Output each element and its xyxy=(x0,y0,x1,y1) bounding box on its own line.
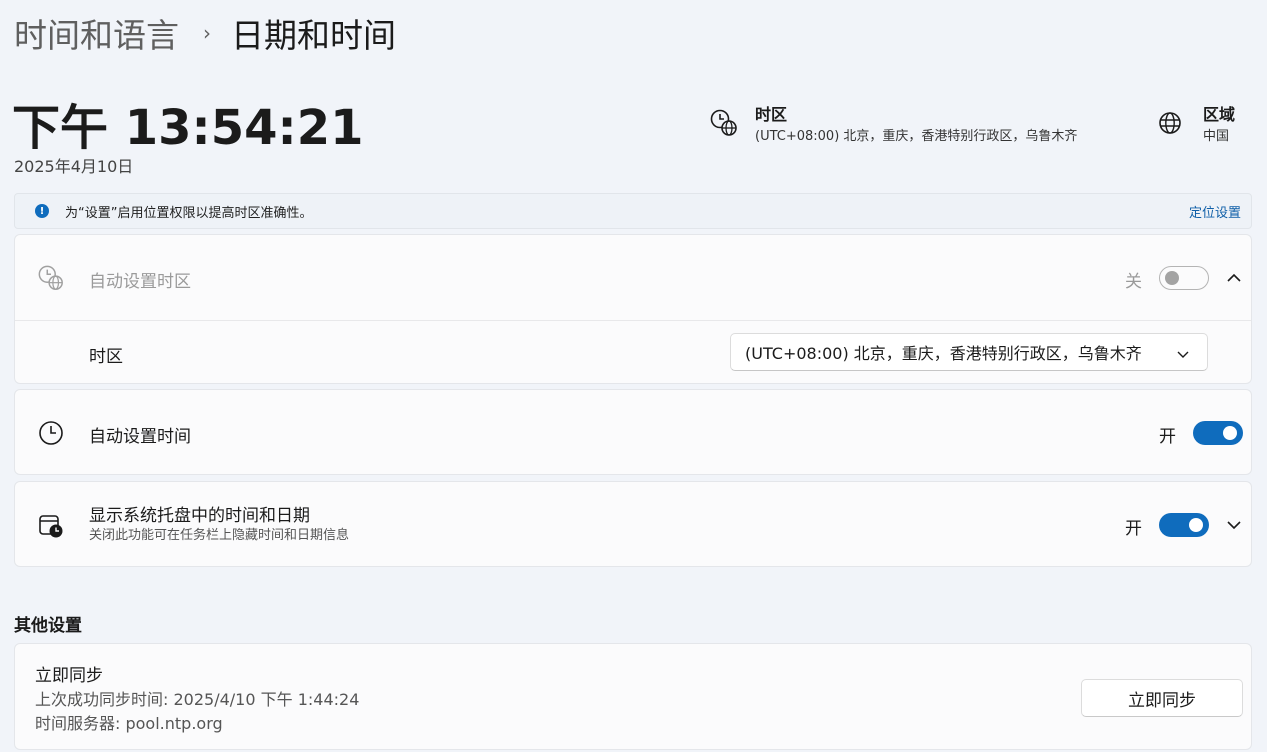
breadcrumb-parent-time-language[interactable]: 时间和语言 xyxy=(14,9,179,57)
breadcrumb: 时间和语言 › 日期和时间 xyxy=(14,10,396,56)
time-server: 时间服务器: pool.ntp.org xyxy=(35,714,223,733)
tray-time-toggle[interactable] xyxy=(1159,513,1209,537)
auto-timezone-state: 关 xyxy=(1125,272,1142,292)
timezone-dropdown-value: (UTC+08:00) 北京，重庆，香港特别行政区，乌鲁木齐 xyxy=(745,344,1142,363)
region-info-value: 中国 xyxy=(1203,129,1230,144)
timezone-select-row: 时区 (UTC+08:00) 北京，重庆，香港特别行政区，乌鲁木齐 xyxy=(15,321,1251,384)
date-time-settings-page: 时间和语言 › 日期和时间 下午 13:54:21 2025年4月10日 时区 … xyxy=(0,0,1267,752)
breadcrumb-separator-icon: › xyxy=(203,21,211,45)
notice-text: 为“设置”启用位置权限以提高时区准确性。 xyxy=(65,205,313,221)
last-sync-time: 上次成功同步时间: 2025/4/10 下午 1:44:24 xyxy=(35,690,360,709)
clock-globe-icon xyxy=(38,265,63,290)
globe-icon xyxy=(1159,112,1181,134)
tray-time-description: 关闭此功能可在任务栏上隐藏时间和日期信息 xyxy=(89,528,350,543)
auto-timezone-row[interactable]: 自动设置时区 关 xyxy=(15,235,1251,321)
region-info-title: 区域 xyxy=(1203,105,1236,124)
auto-time-card: 自动设置时间 开 xyxy=(14,389,1252,475)
auto-timezone-card: 自动设置时区 关 时区 (UTC+08:00) 北京，重庆，香港特别行政区，乌鲁… xyxy=(14,234,1252,384)
chevron-down-icon xyxy=(1177,351,1189,358)
calendar-clock-icon xyxy=(39,515,63,538)
tray-time-state: 开 xyxy=(1125,519,1142,539)
sync-now-card: 立即同步 上次成功同步时间: 2025/4/10 下午 1:44:24 时间服务… xyxy=(14,643,1252,750)
auto-timezone-label: 自动设置时区 xyxy=(89,272,191,292)
chevron-down-icon[interactable] xyxy=(1226,517,1242,533)
tray-time-card: 显示系统托盘中的时间和日期 关闭此功能可在任务栏上隐藏时间和日期信息 开 xyxy=(14,481,1252,567)
auto-timezone-toggle[interactable] xyxy=(1159,266,1209,290)
location-permission-notice: ! 为“设置”启用位置权限以提高时区准确性。 定位设置 xyxy=(14,193,1252,229)
sync-info: 立即同步 上次成功同步时间: 2025/4/10 下午 1:44:24 时间服务… xyxy=(35,664,359,736)
auto-time-label: 自动设置时间 xyxy=(89,427,191,447)
region-info: 区域 中国 xyxy=(1157,104,1235,148)
chevron-up-icon[interactable] xyxy=(1226,270,1242,286)
auto-time-row[interactable]: 自动设置时间 开 xyxy=(15,390,1251,476)
other-settings-heading: 其他设置 xyxy=(14,616,82,636)
auto-time-toggle[interactable] xyxy=(1193,421,1243,445)
page-title: 日期和时间 xyxy=(231,16,396,55)
tray-time-label: 显示系统托盘中的时间和日期 xyxy=(89,506,310,526)
timezone-info: 时区 (UTC+08:00) 北京，重庆，香港特别行政区，乌鲁木齐 xyxy=(709,104,1077,148)
clock-icon xyxy=(39,421,63,445)
timezone-info-value: (UTC+08:00) 北京，重庆，香港特别行政区，乌鲁木齐 xyxy=(755,129,1078,144)
tray-time-text: 显示系统托盘中的时间和日期 关闭此功能可在任务栏上隐藏时间和日期信息 xyxy=(89,505,349,545)
tray-time-row[interactable]: 显示系统托盘中的时间和日期 关闭此功能可在任务栏上隐藏时间和日期信息 开 xyxy=(15,482,1251,568)
timezone-info-title: 时区 xyxy=(755,105,788,124)
info-icon: ! xyxy=(35,204,49,218)
sync-now-button[interactable]: 立即同步 xyxy=(1081,679,1243,717)
current-time: 下午 13:54:21 xyxy=(12,100,364,156)
location-settings-link[interactable]: 定位设置 xyxy=(1189,202,1241,221)
timezone-dropdown[interactable]: (UTC+08:00) 北京，重庆，香港特别行政区，乌鲁木齐 xyxy=(730,333,1208,371)
clock-globe-icon xyxy=(710,109,737,136)
current-date: 2025年4月10日 xyxy=(14,157,134,176)
sync-title: 立即同步 xyxy=(35,666,103,686)
timezone-select-label: 时区 xyxy=(89,347,123,367)
auto-time-state: 开 xyxy=(1159,427,1176,447)
